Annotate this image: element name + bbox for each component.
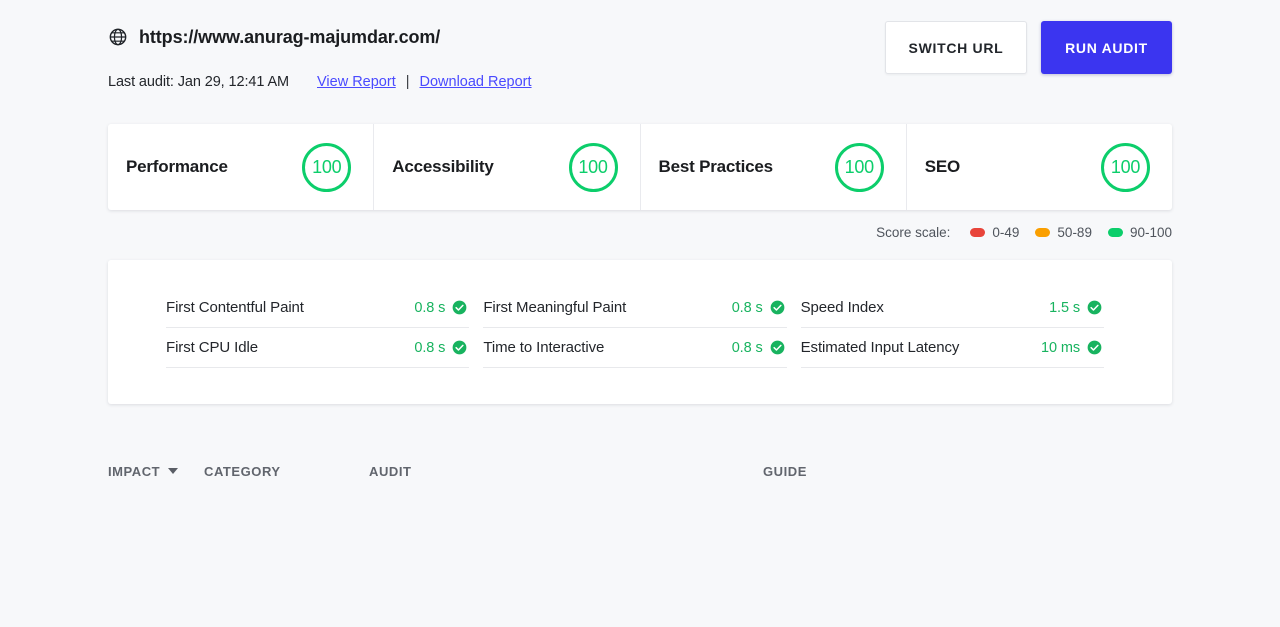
score-scale-legend: Score scale: 0-49 50-89 90-100: [0, 222, 1172, 242]
metric-value: 0.8 s: [732, 340, 763, 356]
view-report-link[interactable]: View Report: [317, 74, 396, 90]
metric-estimated-input-latency: Estimated Input Latency 10 ms: [801, 328, 1104, 368]
globe-icon: [108, 27, 128, 47]
metric-name: First CPU Idle: [166, 339, 258, 356]
check-circle-icon: [1087, 340, 1102, 355]
score-value: 100: [312, 157, 341, 178]
metric-name: Time to Interactive: [483, 339, 604, 356]
metric-result: 0.8 s: [414, 300, 467, 316]
column-header-impact-label: IMPACT: [108, 464, 160, 479]
metric-result: 0.8 s: [732, 340, 785, 356]
metric-name: First Meaningful Paint: [483, 299, 626, 316]
switch-url-button[interactable]: SWITCH URL: [885, 21, 1027, 74]
header-actions: SWITCH URL RUN AUDIT: [885, 21, 1172, 74]
metric-first-contentful-paint: First Contentful Paint 0.8 s: [166, 288, 469, 328]
legend-range: 90-100: [1130, 225, 1172, 240]
column-header-guide[interactable]: GUIDE: [763, 464, 807, 479]
metric-result: 10 ms: [1041, 340, 1102, 356]
audits-table-header: IMPACT CATEGORY AUDIT GUIDE: [108, 460, 1172, 482]
metric-result: 1.5 s: [1049, 300, 1102, 316]
metric-name: Speed Index: [801, 299, 884, 316]
metric-value: 1.5 s: [1049, 300, 1080, 316]
metric-result: 0.8 s: [414, 340, 467, 356]
score-card-best-practices[interactable]: Best Practices 100: [641, 124, 907, 210]
score-ring: 100: [1101, 143, 1150, 192]
metric-name: Estimated Input Latency: [801, 339, 960, 356]
last-audit-timestamp: Last audit: Jan 29, 12:41 AM: [108, 74, 289, 90]
score-value: 100: [845, 157, 874, 178]
metric-value: 10 ms: [1041, 340, 1080, 356]
legend-item-high: 90-100: [1108, 225, 1172, 240]
chevron-down-icon: [168, 468, 178, 474]
legend-dot-green: [1108, 228, 1123, 237]
metric-speed-index: Speed Index 1.5 s: [801, 288, 1104, 328]
metric-value: 0.8 s: [732, 300, 763, 316]
page-header: https://www.anurag-majumdar.com/ Last au…: [0, 0, 1280, 92]
legend-item-medium: 50-89: [1035, 225, 1092, 240]
score-value: 100: [578, 157, 607, 178]
check-circle-icon: [452, 340, 467, 355]
link-separator: |: [406, 74, 410, 90]
score-card-accessibility[interactable]: Accessibility 100: [374, 124, 640, 210]
legend-title: Score scale:: [876, 225, 950, 240]
check-circle-icon: [770, 340, 785, 355]
score-cards: Performance 100 Accessibility 100 Best P…: [108, 124, 1172, 210]
score-ring: 100: [835, 143, 884, 192]
legend-item-low: 0-49: [970, 225, 1019, 240]
score-label: SEO: [925, 157, 960, 177]
metrics-grid: First Contentful Paint 0.8 s First Meani…: [166, 288, 1104, 368]
score-label: Best Practices: [659, 157, 773, 177]
legend-range: 50-89: [1057, 225, 1092, 240]
run-audit-button[interactable]: RUN AUDIT: [1041, 21, 1172, 74]
score-value: 100: [1111, 157, 1140, 178]
audited-url: https://www.anurag-majumdar.com/: [139, 27, 440, 48]
metric-value: 0.8 s: [414, 340, 445, 356]
column-header-audit[interactable]: AUDIT: [369, 464, 763, 479]
metric-result: 0.8 s: [732, 300, 785, 316]
metrics-panel: First Contentful Paint 0.8 s First Meani…: [108, 260, 1172, 404]
metric-value: 0.8 s: [414, 300, 445, 316]
legend-dot-red: [970, 228, 985, 237]
metric-first-meaningful-paint: First Meaningful Paint 0.8 s: [483, 288, 786, 328]
legend-dot-orange: [1035, 228, 1050, 237]
download-report-link[interactable]: Download Report: [420, 74, 532, 90]
audit-meta-row: Last audit: Jan 29, 12:41 AM View Report…: [108, 72, 1172, 92]
metric-time-to-interactive: Time to Interactive 0.8 s: [483, 328, 786, 368]
score-card-performance[interactable]: Performance 100: [108, 124, 374, 210]
score-ring: 100: [302, 143, 351, 192]
column-header-category[interactable]: CATEGORY: [204, 464, 369, 479]
column-header-impact[interactable]: IMPACT: [108, 464, 204, 479]
metric-name: First Contentful Paint: [166, 299, 304, 316]
score-label: Performance: [126, 157, 228, 177]
metric-first-cpu-idle: First CPU Idle 0.8 s: [166, 328, 469, 368]
report-links: View Report | Download Report: [317, 74, 532, 90]
score-ring: 100: [569, 143, 618, 192]
check-circle-icon: [770, 300, 785, 315]
score-card-seo[interactable]: SEO 100: [907, 124, 1172, 210]
check-circle-icon: [1087, 300, 1102, 315]
legend-range: 0-49: [992, 225, 1019, 240]
score-label: Accessibility: [392, 157, 493, 177]
check-circle-icon: [452, 300, 467, 315]
